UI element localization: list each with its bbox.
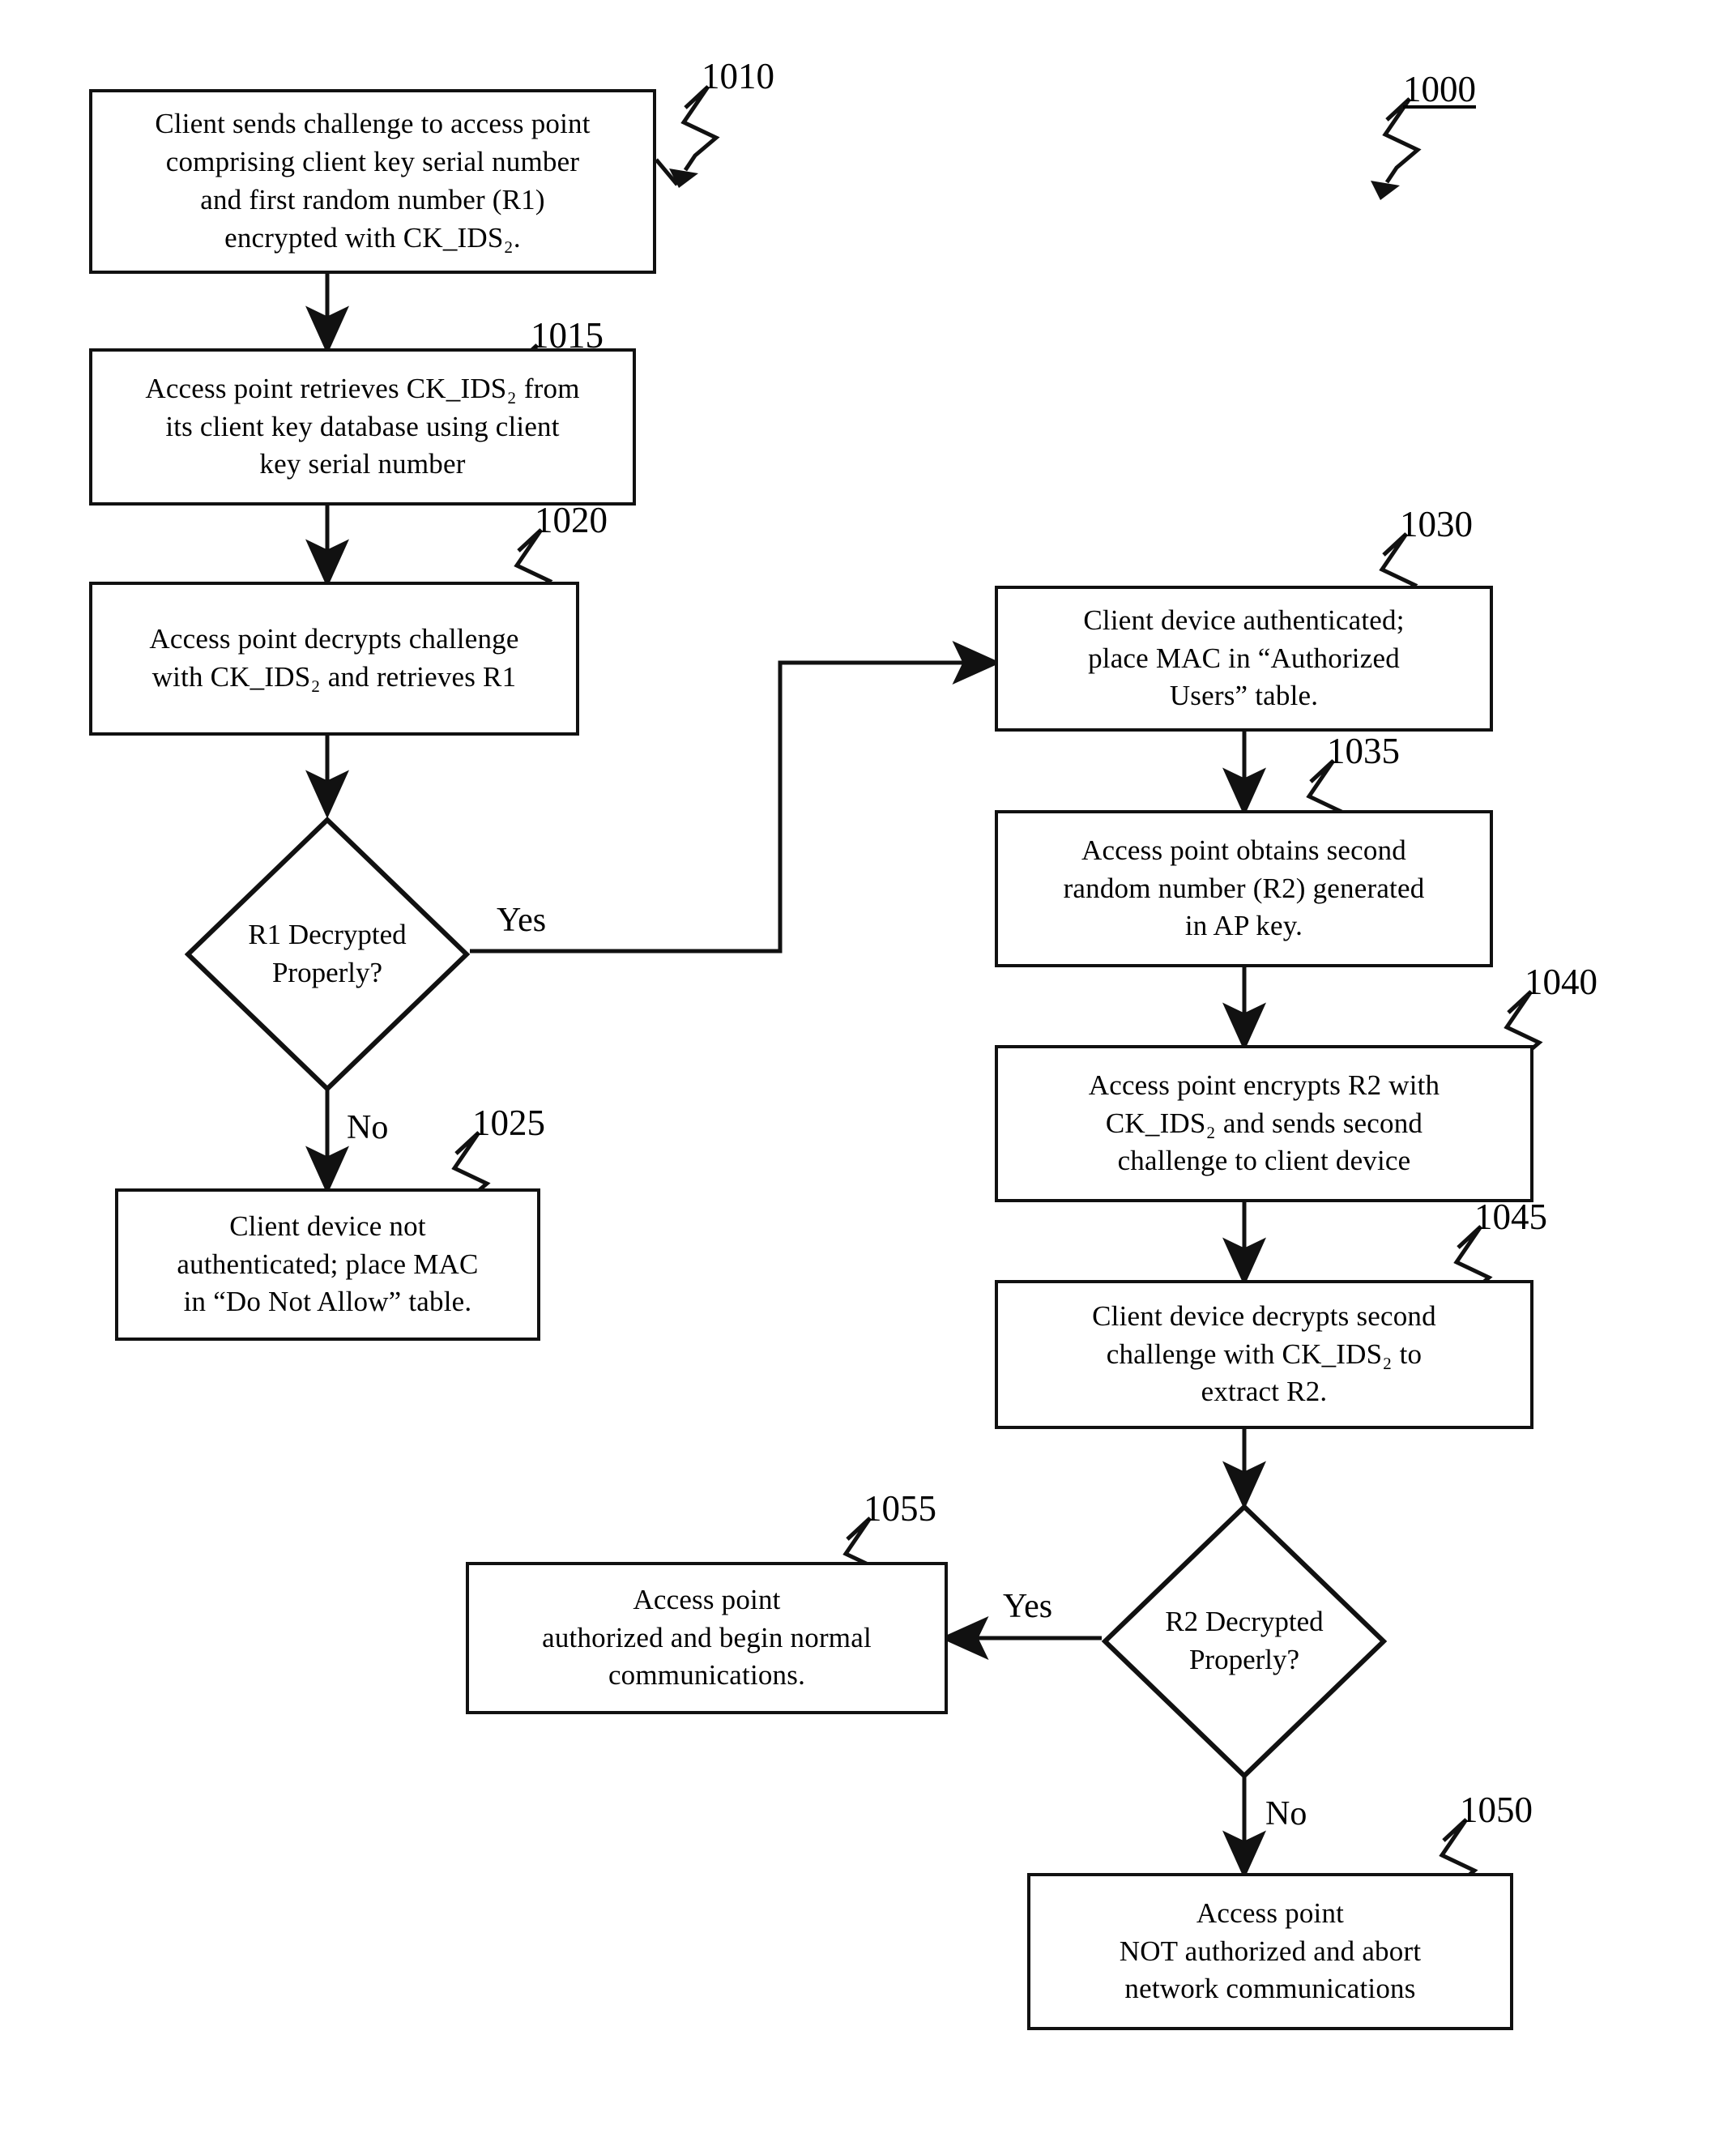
ref-label-1040: 1040 [1525,962,1597,1002]
node-1025[interactable]: Client device not authenticated; place M… [115,1188,540,1341]
node-1030[interactable]: Client device authenticated; place MAC i… [995,586,1493,732]
node-1035-text: Access point obtains second random numbe… [1063,834,1425,942]
decision-r2-decrypted[interactable]: R2 Decrypted Properly? [1102,1504,1387,1779]
node-1015[interactable]: Access point retrieves CK_IDS₂ from its … [89,348,636,506]
node-1050-text: Access point NOT authorized and abort ne… [1119,1896,1422,2005]
ref-label-1055: 1055 [864,1488,936,1529]
node-1040[interactable]: Access point encrypts R2 with CK_IDS₂ an… [995,1045,1533,1202]
decision-r1-decrypted[interactable]: R1 Decrypted Properly? [185,817,470,1092]
leader-1010 [680,85,720,172]
edge-label-d1-no: No [347,1109,389,1146]
node-1050[interactable]: Access point NOT authorized and abort ne… [1027,1873,1513,2030]
node-1010-text: Client sends challenge to access point c… [155,108,591,254]
node-1020[interactable]: Access point decrypts challenge with CK_… [89,582,579,736]
ref-label-1030: 1030 [1400,504,1473,544]
edge-label-d1-yes: Yes [497,902,547,939]
node-1055[interactable]: Access point authorized and begin normal… [466,1562,948,1714]
ref-label-1035: 1035 [1327,731,1400,771]
ref-label-1045: 1045 [1474,1197,1547,1237]
ref-label-1010: 1010 [702,56,774,96]
node-1030-text: Client device authenticated; place MAC i… [1083,604,1405,712]
node-1035[interactable]: Access point obtains second random numbe… [995,810,1493,967]
node-1045-text: Client device decrypts second challenge … [1092,1299,1436,1408]
decision-r1-label: R1 Decrypted Properly? [248,919,407,988]
node-1010[interactable]: Client sends challenge to access point c… [89,89,656,274]
edge-label-d2-no: No [1265,1795,1307,1832]
leader-1000 [1382,97,1422,184]
node-1045[interactable]: Client device decrypts second challenge … [995,1280,1533,1429]
node-1015-text: Access point retrieves CK_IDS₂ from its … [145,372,580,480]
decision-r2-label: R2 Decrypted Properly? [1165,1606,1324,1675]
node-1020-text: Access point decrypts challenge with CK_… [149,623,519,693]
patent-figure-flowchart: Client sends challenge to access point c… [0,0,1736,2129]
node-1055-text: Access point authorized and begin normal… [542,1583,872,1692]
node-1025-text: Client device not authenticated; place M… [177,1210,479,1318]
ref-label-1025: 1025 [472,1103,545,1143]
ref-label-1020: 1020 [535,500,608,540]
node-1040-text: Access point encrypts R2 with CK_IDS₂ an… [1088,1069,1440,1177]
ref-label-1015: 1015 [531,315,604,356]
edge-label-d2-yes: Yes [1003,1588,1053,1625]
ref-label-1050: 1050 [1460,1790,1533,1830]
ref-label-1000: 1000 [1403,69,1476,109]
